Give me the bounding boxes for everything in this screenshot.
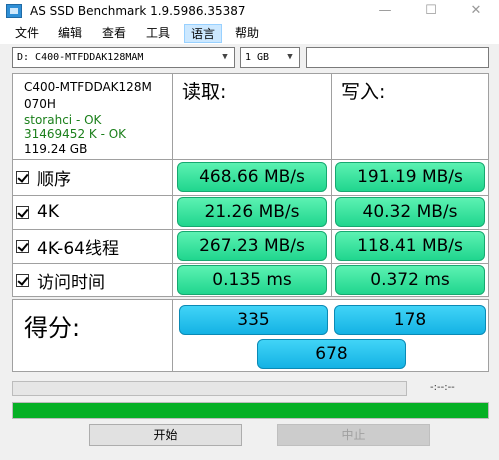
chevron-down-icon: ▼	[287, 52, 293, 62]
drive-capacity: 119.24 GB	[24, 142, 88, 156]
row-label-text: 顺序	[37, 169, 71, 190]
start-button[interactable]: 开始	[89, 424, 242, 446]
row-seq-label[interactable]: 顺序	[16, 164, 71, 190]
grid-divider	[12, 263, 489, 264]
grid-divider	[12, 159, 489, 160]
title-bar: AS SSD Benchmark 1.9.5986.35387 — ☐ ✕	[0, 0, 499, 22]
row-4k64-label[interactable]: 4K-64线程	[16, 233, 119, 259]
access-read-result: 0.135 ms	[177, 265, 327, 295]
menu-file[interactable]: 文件	[9, 24, 45, 43]
drive-firmware: 070H	[24, 97, 56, 111]
total-score: 678	[257, 339, 406, 369]
checkbox[interactable]	[16, 273, 29, 287]
size-select[interactable]: 1 GB ▼	[240, 47, 300, 68]
elapsed-time: -:--:--	[430, 382, 455, 393]
window-title: AS SSD Benchmark 1.9.5986.35387	[30, 4, 246, 18]
grid-divider	[172, 299, 173, 372]
menu-language[interactable]: 语言	[184, 24, 223, 43]
menu-tools[interactable]: 工具	[140, 24, 176, 43]
drive-model: C400-MTFDDAK128M	[24, 80, 152, 94]
4k64-read-result: 267.23 MB/s	[177, 231, 327, 261]
app-icon	[6, 4, 22, 18]
drive-select[interactable]: D: C400-MTFDDAK128MAM ▼	[12, 47, 235, 68]
test-progress-bar	[12, 381, 407, 396]
grid-divider	[12, 229, 489, 230]
progress-fill	[13, 403, 488, 418]
4k-read-result: 21.26 MB/s	[177, 197, 327, 227]
score-label: 得分:	[24, 314, 81, 342]
alignment-status: 31469452 K - OK	[24, 127, 127, 141]
write-header: 写入:	[341, 81, 386, 103]
row-access-label[interactable]: 访问时间	[16, 267, 105, 293]
4k-write-result: 40.32 MB/s	[335, 197, 485, 227]
seq-write-result: 191.19 MB/s	[335, 162, 485, 192]
maximize-button[interactable]: ☐	[408, 0, 454, 22]
row-4k-label[interactable]: 4K	[16, 199, 59, 225]
read-score: 335	[179, 305, 328, 335]
menu-edit[interactable]: 编辑	[52, 24, 88, 43]
row-label-text: 4K	[37, 202, 59, 222]
grid-divider	[12, 195, 489, 196]
checkbox[interactable]	[16, 239, 29, 253]
abort-button[interactable]: 中止	[277, 424, 430, 446]
write-score: 178	[334, 305, 486, 335]
access-write-result: 0.372 ms	[335, 265, 485, 295]
drive-select-value: D: C400-MTFDDAK128MAM	[17, 52, 144, 63]
driver-status: storahci - OK	[24, 113, 102, 127]
text-field[interactable]	[306, 47, 489, 68]
close-button[interactable]: ✕	[453, 0, 499, 22]
total-progress-bar	[12, 402, 489, 419]
menu-help[interactable]: 帮助	[229, 24, 265, 43]
minimize-button[interactable]: —	[362, 0, 408, 22]
checkbox[interactable]	[16, 170, 29, 184]
read-header: 读取:	[182, 81, 227, 103]
menu-view[interactable]: 查看	[96, 24, 132, 43]
seq-read-result: 468.66 MB/s	[177, 162, 327, 192]
chevron-down-icon: ▼	[222, 52, 228, 62]
4k64-write-result: 118.41 MB/s	[335, 231, 485, 261]
checkbox[interactable]	[16, 205, 29, 219]
menu-bar: 文件 编辑 查看 工具 语言 帮助	[0, 22, 499, 44]
row-label-text: 4K-64线程	[37, 238, 119, 259]
size-select-value: 1 GB	[245, 52, 270, 63]
row-label-text: 访问时间	[37, 272, 105, 293]
